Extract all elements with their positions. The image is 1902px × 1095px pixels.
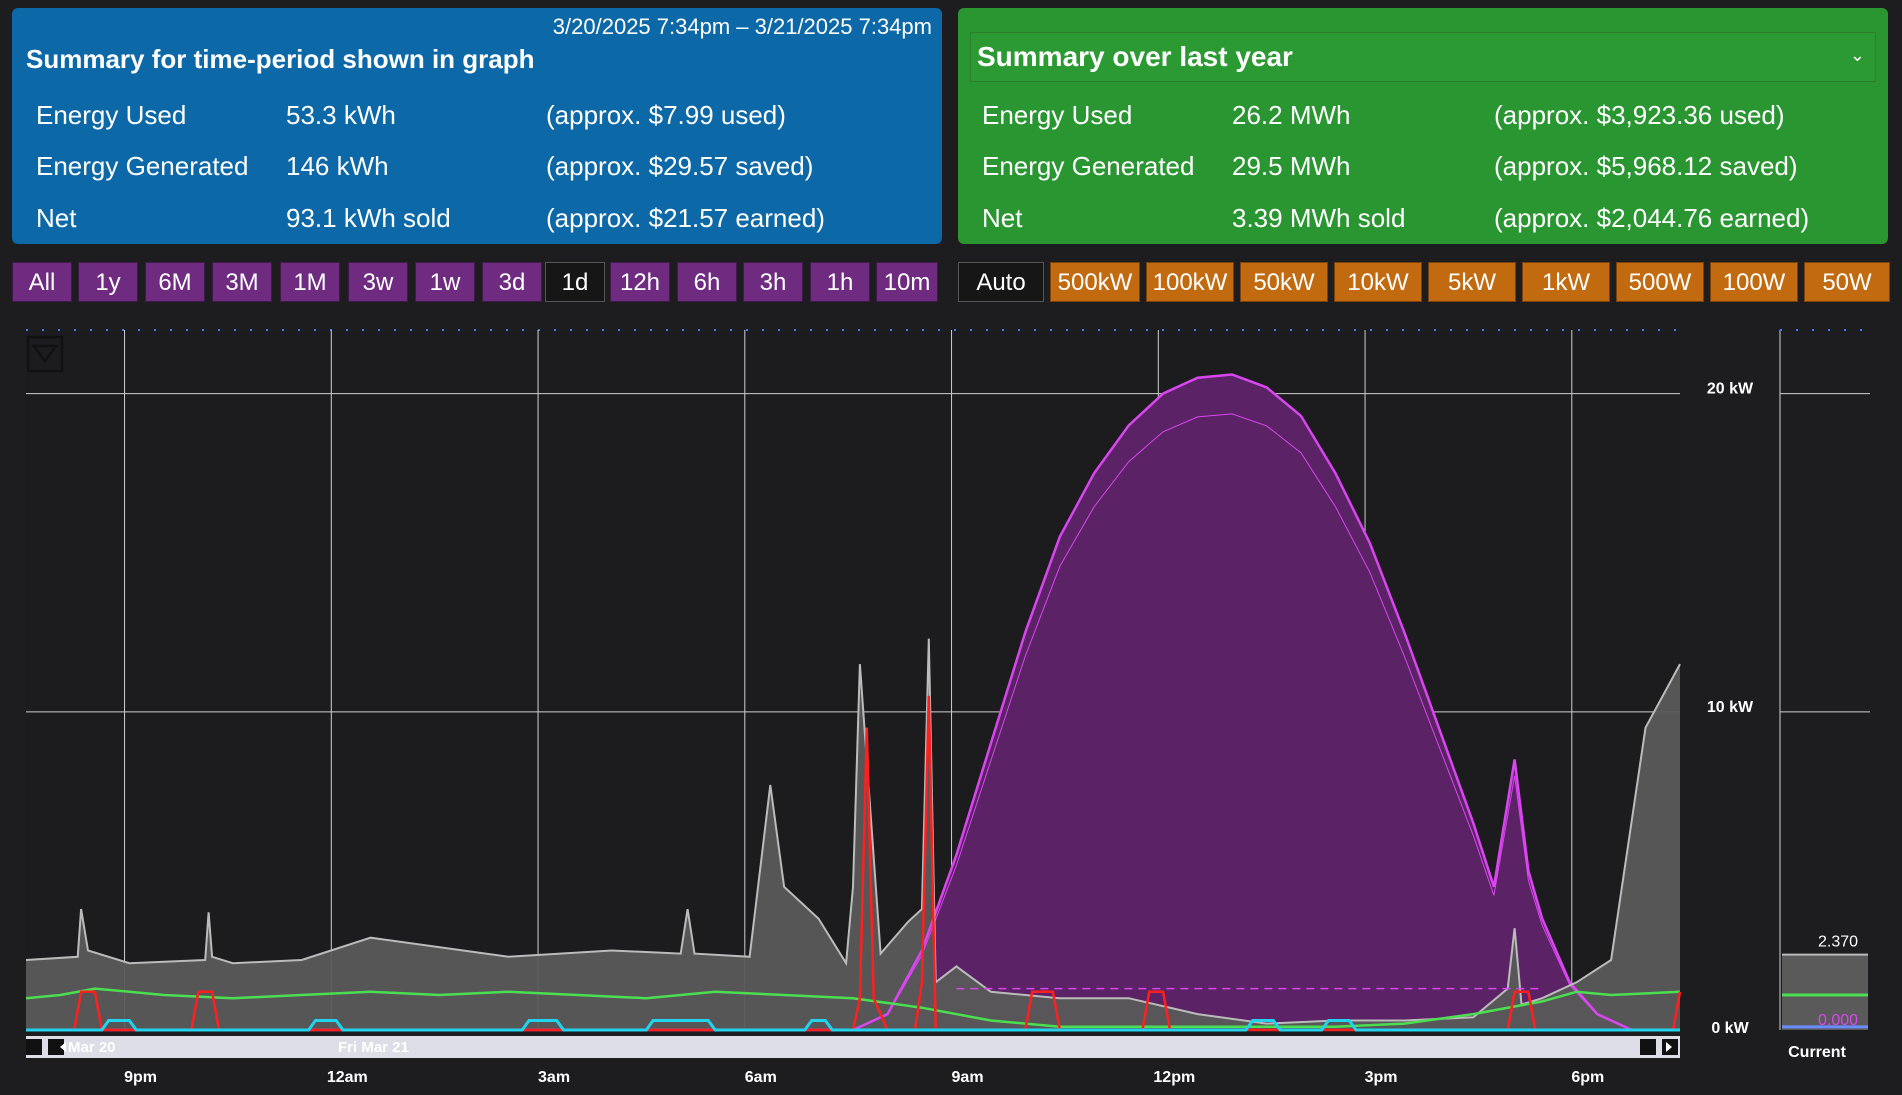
- scale-button-50w[interactable]: 50W: [1804, 262, 1890, 302]
- scale-button-auto[interactable]: Auto: [958, 262, 1044, 302]
- summary-period-selected: Summary over last year: [977, 41, 1293, 72]
- period-summary-title: Summary for time-period shown in graph: [26, 44, 535, 74]
- y-tick-label: 0 kW: [1711, 1020, 1749, 1037]
- x-tick-label: 12pm: [1153, 1069, 1195, 1086]
- date-range: 3/20/2025 7:34pm – 3/21/2025 7:34pm: [552, 14, 932, 39]
- time-button-1w[interactable]: 1w: [415, 262, 475, 302]
- row-label: Energy Generated: [982, 151, 1195, 181]
- yearly-summary-panel: Summary over last year ⌄ Energy Used 26.…: [958, 8, 1888, 244]
- time-button-1d[interactable]: 1d: [545, 262, 605, 302]
- power-chart: 20 kW 10 kW 0 kW 9pm 12am 3am 6am 9am 12pm 3pm 6pm…: [0, 320, 1902, 1090]
- y-tick-label: 10 kW: [1707, 699, 1754, 716]
- x-tick-label: 9am: [952, 1069, 984, 1086]
- row-cost: (approx. $21.57 earned): [546, 203, 825, 233]
- row-cost: (approx. $29.57 saved): [546, 151, 814, 181]
- chart-svg: 20 kW 10 kW 0 kW 9pm 12am 3am 6am 9am 12pm 3pm 6pm…: [25, 329, 1870, 1086]
- row-label: Energy Used: [982, 100, 1133, 130]
- time-button-3m[interactable]: 3M: [212, 262, 272, 302]
- row-value: 26.2 MWh: [1232, 100, 1351, 130]
- time-button-3h[interactable]: 3h: [743, 262, 803, 302]
- time-button-12h[interactable]: 12h: [610, 262, 670, 302]
- row-label: Energy Used: [36, 100, 187, 130]
- scale-button-10kw[interactable]: 10kW: [1334, 262, 1422, 302]
- x-tick-label: 6am: [745, 1069, 777, 1086]
- current-generated-value: 0.000: [1818, 1012, 1858, 1029]
- scale-button-100w[interactable]: 100W: [1710, 262, 1798, 302]
- scale-button-500w[interactable]: 500W: [1616, 262, 1704, 302]
- chevron-down-icon: ⌄: [1849, 45, 1865, 65]
- time-button-6h[interactable]: 6h: [677, 262, 737, 302]
- time-button-3d[interactable]: 3d: [482, 262, 542, 302]
- x-tick-label: 6pm: [1571, 1069, 1604, 1086]
- row-value: 3.39 MWh sold: [1232, 203, 1406, 233]
- time-button-10m[interactable]: 10m: [876, 262, 938, 302]
- time-button-1m[interactable]: 1M: [280, 262, 340, 302]
- y-tick-label: 20 kW: [1707, 381, 1754, 398]
- time-button-6m[interactable]: 6M: [145, 262, 205, 302]
- row-value: 146 kWh: [286, 151, 389, 181]
- current-label: Current: [1788, 1044, 1846, 1061]
- row-label: Energy Generated: [36, 151, 249, 181]
- scale-button-5kw[interactable]: 5kW: [1428, 262, 1516, 302]
- row-value: 29.5 MWh: [1232, 151, 1351, 181]
- time-button-3w[interactable]: 3w: [348, 262, 408, 302]
- navigator-bar: [26, 1036, 1680, 1058]
- navigator-handle[interactable]: [26, 1039, 42, 1055]
- x-tick-label: 12am: [327, 1069, 368, 1086]
- scale-button-1kw[interactable]: 1kW: [1522, 262, 1610, 302]
- time-button-1y[interactable]: 1y: [78, 262, 138, 302]
- scale-button-500kw[interactable]: 500kW: [1050, 262, 1140, 302]
- navigator-handle[interactable]: [1640, 1039, 1656, 1055]
- row-cost: (approx. $2,044.76 earned): [1494, 203, 1810, 233]
- x-tick-label: 3pm: [1365, 1069, 1398, 1086]
- x-tick-label: 3am: [538, 1069, 570, 1086]
- row-value: 93.1 kWh sold: [286, 203, 451, 233]
- navigator-label: Mar 20: [68, 1039, 116, 1056]
- row-cost: (approx. $5,968.12 saved): [1494, 151, 1798, 181]
- row-cost: (approx. $3,923.36 used): [1494, 100, 1785, 130]
- row-label: Net: [982, 203, 1023, 233]
- summary-period-select[interactable]: Summary over last year ⌄: [970, 32, 1876, 82]
- time-button-1h[interactable]: 1h: [810, 262, 870, 302]
- row-cost: (approx. $7.99 used): [546, 100, 786, 130]
- x-tick-label: 9pm: [124, 1069, 157, 1086]
- time-button-all[interactable]: All: [12, 262, 72, 302]
- row-value: 53.3 kWh: [286, 100, 396, 130]
- period-summary-panel: 3/20/2025 7:34pm – 3/21/2025 7:34pm Summ…: [12, 8, 942, 244]
- scale-button-50kw[interactable]: 50kW: [1240, 262, 1328, 302]
- row-label: Net: [36, 203, 77, 233]
- scale-button-100kw[interactable]: 100kW: [1146, 262, 1234, 302]
- navigator-label: Fri Mar 21: [338, 1039, 409, 1056]
- current-used-value: 2.370: [1818, 934, 1858, 951]
